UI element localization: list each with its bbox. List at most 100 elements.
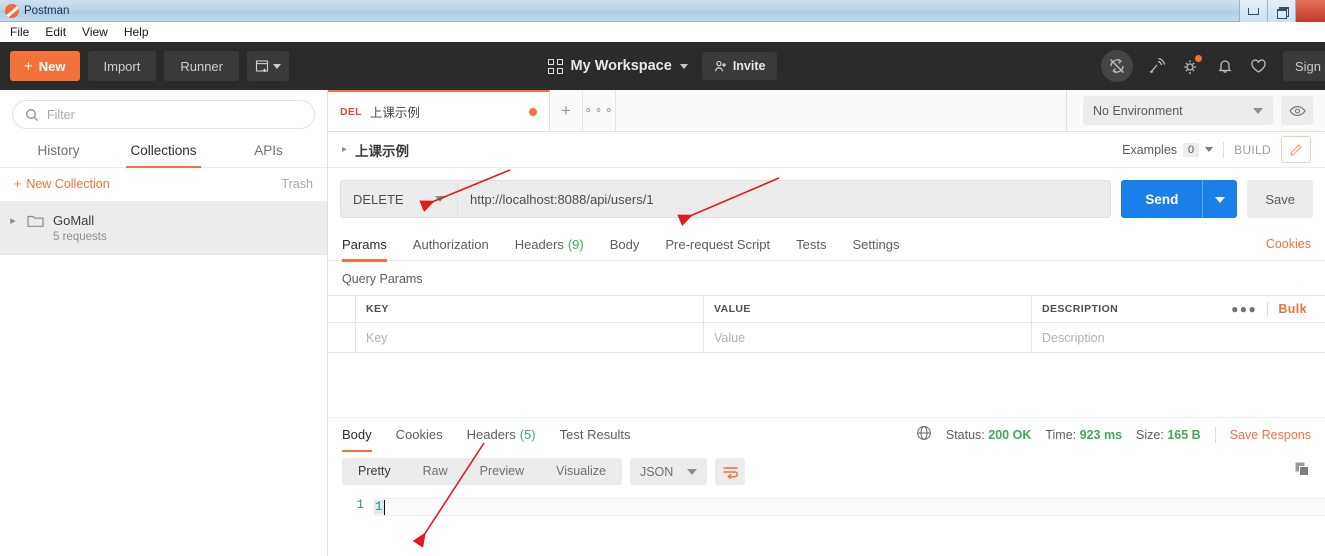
signin-button[interactable]: Sign [1282, 51, 1325, 81]
response-tab-test-results[interactable]: Test Results [560, 418, 631, 451]
search-icon [26, 108, 39, 121]
response-body-viewer[interactable]: 1 1 [328, 492, 1325, 556]
tab-body[interactable]: Body [610, 228, 640, 261]
filter-box[interactable] [12, 100, 315, 129]
chevron-down-icon [679, 63, 688, 69]
view-mode-visualize[interactable]: Visualize [540, 458, 622, 485]
word-wrap-button[interactable] [715, 458, 746, 485]
search-input[interactable] [47, 107, 302, 122]
view-mode-pretty[interactable]: Pretty [342, 458, 407, 485]
sync-off-icon[interactable] [1100, 50, 1133, 82]
new-collection-button[interactable]: + New Collection [14, 177, 110, 191]
send-button[interactable]: Send [1121, 180, 1238, 218]
examples-dropdown[interactable]: Examples 0 [1122, 142, 1214, 157]
pencil-icon [1289, 144, 1302, 156]
filter-section [0, 90, 327, 135]
invite-button[interactable]: Invite [701, 52, 778, 80]
chevron-right-icon[interactable]: ▸ [342, 144, 347, 155]
tab-options-button[interactable]: ⚬⚬⚬ [583, 90, 616, 131]
save-response-link[interactable]: Save Respons [1230, 428, 1311, 442]
tab-headers-label: Headers [514, 236, 564, 252]
response-tab-cookies[interactable]: Cookies [396, 418, 443, 451]
tab-pre-request-script[interactable]: Pre-request Script [665, 228, 770, 261]
new-window-button[interactable] [246, 51, 289, 81]
breadcrumb-name: 上课示例 [355, 143, 410, 159]
sidebar-tabs: History Collections APIs [0, 135, 327, 168]
import-button[interactable]: Import [87, 51, 157, 81]
menu-help[interactable]: Help [124, 25, 149, 39]
code-lines[interactable]: 1 [374, 492, 1325, 556]
line-number-gutter: 1 [328, 492, 374, 556]
http-method-selector[interactable]: DELETE [340, 180, 458, 218]
minimize-button[interactable] [1239, 0, 1267, 22]
sidebar-tab-collections[interactable]: Collections [111, 135, 216, 168]
runner-button[interactable]: Runner [164, 51, 239, 81]
cell-key[interactable]: Key [356, 323, 704, 352]
heart-icon[interactable] [1249, 56, 1269, 76]
size-label: Size: [1136, 427, 1164, 442]
request-url-row: DELETE Send Save [328, 168, 1325, 228]
app-toolbar: + New Import Runner My Workspace Invite [0, 42, 1325, 90]
menu-view[interactable]: View [82, 25, 108, 39]
unsaved-indicator-dot [529, 107, 537, 116]
environment-selector[interactable]: No Environment [1083, 96, 1273, 125]
sidebar-tab-apis[interactable]: APIs [216, 135, 321, 167]
tab-params[interactable]: Params [342, 228, 387, 262]
cell-description[interactable]: Description [1032, 323, 1325, 352]
copy-button[interactable] [1294, 461, 1311, 483]
broadcast-icon[interactable] [1147, 56, 1167, 76]
code-line[interactable]: 1 [374, 498, 1325, 516]
divider [1223, 141, 1225, 158]
menu-edit[interactable]: Edit [45, 25, 66, 39]
chevron-down-icon [1205, 147, 1214, 152]
request-tab-active[interactable]: DEL 上课示例 [328, 90, 550, 131]
new-tab-button[interactable]: + [550, 90, 583, 131]
close-button[interactable] [1295, 0, 1325, 22]
view-mode-preview[interactable]: Preview [464, 458, 540, 485]
plus-icon: + [24, 57, 33, 75]
http-method-value: DELETE [353, 191, 404, 207]
cookies-link[interactable]: Cookies [1266, 237, 1311, 251]
url-input[interactable] [458, 180, 1112, 218]
new-button[interactable]: + New [10, 51, 80, 81]
bulk-edit-link[interactable]: Bulk [1278, 302, 1307, 316]
sidebar-tab-history[interactable]: History [6, 135, 111, 167]
chevron-right-icon[interactable]: ▸ [8, 212, 18, 230]
save-button[interactable]: Save [1247, 180, 1313, 218]
response-format-selector[interactable]: JSON [629, 458, 708, 485]
tab-settings[interactable]: Settings [852, 228, 899, 261]
response-view-mode-group: Pretty Raw Preview Visualize [342, 458, 622, 485]
send-options-caret[interactable] [1203, 190, 1237, 208]
response-tab-headers-label: Headers [466, 427, 516, 442]
gear-icon[interactable] [1181, 55, 1202, 76]
menu-file[interactable]: File [10, 25, 29, 39]
environment-quick-look-button[interactable] [1281, 96, 1313, 125]
tab-params-label: Params [342, 236, 387, 252]
tab-headers[interactable]: Headers (9) [515, 228, 584, 261]
status-group: Status: 200 OK [946, 428, 1032, 442]
tab-tests[interactable]: Tests [796, 228, 826, 261]
examples-count: 0 [1183, 142, 1200, 157]
breadcrumb-right-group: Examples 0 BUILD [1122, 136, 1311, 163]
collection-request-count: 5 requests [53, 231, 107, 243]
request-config-tabs: Params Authorization Headers (9) Body Pr… [328, 228, 1325, 262]
tab-authorization[interactable]: Authorization [413, 228, 489, 261]
collection-item-gomall[interactable]: ▸ GoMall 5 requests [0, 202, 327, 255]
view-mode-raw[interactable]: Raw [407, 458, 464, 485]
checkbox-column-header [328, 296, 356, 322]
build-link[interactable]: BUILD [1234, 143, 1271, 157]
edit-button[interactable] [1281, 136, 1311, 163]
response-tab-body[interactable]: Body [342, 418, 372, 452]
tab-tests-label: Tests [796, 236, 827, 252]
row-checkbox-cell[interactable] [328, 323, 356, 352]
response-tab-headers[interactable]: Headers (5) [467, 418, 536, 451]
trash-link[interactable]: Trash [282, 177, 314, 191]
restore-button[interactable] [1267, 0, 1295, 22]
table-row[interactable]: Key Value Description [328, 323, 1325, 353]
table-options-button[interactable]: ●●● [1231, 302, 1257, 316]
workspace-selector[interactable]: My Workspace [547, 58, 688, 74]
bell-icon[interactable] [1215, 56, 1235, 76]
cell-value[interactable]: Value [704, 323, 1032, 352]
breadcrumb: ▸ 上课示例 Examples 0 BUILD [328, 132, 1325, 168]
chevron-down-icon [1253, 107, 1263, 114]
